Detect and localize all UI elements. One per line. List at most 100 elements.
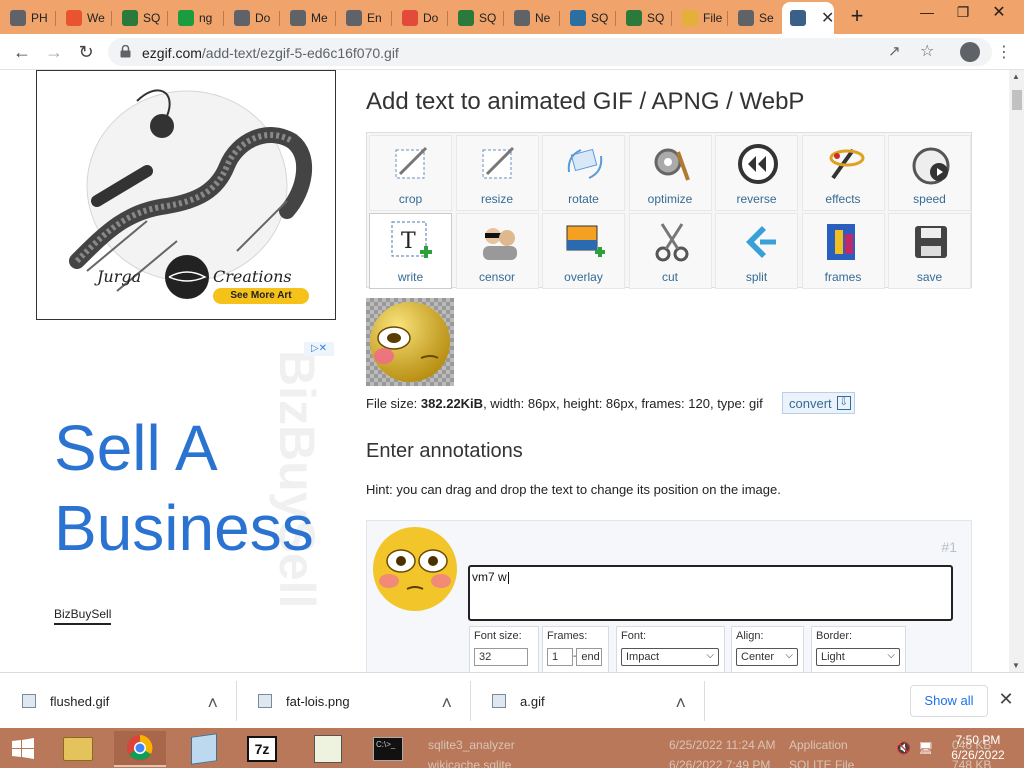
rotate-icon bbox=[563, 142, 607, 186]
align-select[interactable]: Center ⌵ bbox=[736, 648, 798, 666]
tool-effects-button[interactable]: effects bbox=[801, 135, 885, 211]
sqlite-icon bbox=[626, 10, 642, 26]
tool-split-button[interactable]: split bbox=[715, 213, 798, 289]
chrome-icon bbox=[127, 735, 153, 761]
show-all-button[interactable]: Show all bbox=[910, 685, 988, 717]
border-select-value: Light bbox=[821, 651, 845, 663]
frame-end-input[interactable]: end bbox=[576, 648, 603, 666]
taskbar-cmd[interactable]: C:\>_ bbox=[362, 731, 414, 767]
tool-censor-button[interactable]: censor bbox=[455, 213, 539, 289]
browser-tab[interactable]: Se bbox=[728, 4, 784, 32]
close-download-bar-icon[interactable]: ✕ bbox=[996, 689, 1016, 713]
minimize-button[interactable]: — bbox=[910, 0, 944, 24]
tool-optimize-button[interactable]: optimize bbox=[628, 135, 712, 211]
browser-tab[interactable]: Me bbox=[280, 4, 336, 32]
browser-tab[interactable]: SQ bbox=[616, 4, 672, 32]
menu-kebab-icon[interactable]: ⋮ bbox=[996, 42, 1012, 62]
globe-icon bbox=[514, 10, 530, 26]
scrollbar-thumb[interactable] bbox=[1012, 90, 1022, 110]
artist-name-left: Jurga bbox=[97, 267, 142, 286]
scroll-up-arrow[interactable]: ▲ bbox=[1012, 72, 1020, 81]
background-window-text: 6/25/2022 11:24 AM bbox=[669, 738, 776, 752]
adchoices-icon[interactable]: ▷✕ bbox=[304, 342, 334, 356]
download-item[interactable]: fat-lois.png ˄ bbox=[236, 673, 471, 729]
browser-tab-strip: PH We SQ ng Do Me En Do SQ Ne SQ SQ File Se ✕ + — ❐ ✕ bbox=[0, 0, 1024, 34]
browser-tab-label: Do bbox=[423, 11, 439, 25]
close-tab-icon[interactable]: ✕ bbox=[821, 8, 834, 28]
share-icon[interactable]: ↗ bbox=[888, 42, 901, 60]
browser-tab[interactable]: SQ bbox=[112, 4, 168, 32]
convert-button[interactable]: convert ⇩ bbox=[782, 392, 855, 414]
taskbar-clock[interactable]: 7:50 PM 6/26/2022 bbox=[940, 733, 1016, 763]
font-label: Font: bbox=[621, 630, 647, 642]
sqlite-icon bbox=[458, 10, 474, 26]
tool-crop-button[interactable]: crop bbox=[369, 135, 452, 211]
page-scrollbar[interactable]: ▲ ▼ bbox=[1009, 70, 1024, 672]
bizbuysell-advertisement[interactable]: BizBuySell ▷✕ Sell A Business BizBuySell bbox=[36, 340, 336, 672]
download-divider bbox=[704, 681, 705, 721]
start-button[interactable] bbox=[0, 731, 46, 767]
back-button[interactable]: ← bbox=[10, 40, 34, 64]
taskbar-file-explorer[interactable] bbox=[52, 731, 104, 767]
art-advertisement[interactable]: Jurga Creations See More Art bbox=[36, 70, 336, 320]
download-item[interactable]: a.gif ˄ bbox=[470, 673, 705, 729]
tab-ezgif-active[interactable]: ✕ bbox=[782, 2, 834, 34]
taskbar-7zip[interactable]: 7z bbox=[236, 731, 288, 767]
tool-save-button[interactable]: save bbox=[888, 213, 971, 289]
chevron-up-icon[interactable]: ˄ bbox=[441, 693, 452, 714]
tool-overlay-button[interactable]: overlay bbox=[542, 213, 625, 289]
browser-tab[interactable]: ng bbox=[168, 4, 224, 32]
browser-tab[interactable]: Do bbox=[224, 4, 280, 32]
download-bar: flushed.gif ˄ fat-lois.png ˄ a.gif ˄ Show all… bbox=[0, 672, 1024, 728]
n-icon bbox=[178, 10, 194, 26]
taskbar-chrome[interactable] bbox=[114, 731, 166, 767]
crop-icon bbox=[390, 142, 434, 186]
tool-cut-button[interactable]: cut bbox=[628, 213, 712, 289]
border-select[interactable]: Light ⌵ bbox=[816, 648, 900, 666]
browser-tab[interactable]: Do bbox=[392, 4, 448, 32]
taskbar-notepad[interactable] bbox=[178, 731, 230, 767]
address-bar[interactable]: ezgif.com/add-text/ezgif-5-ed6c16f070.gi… bbox=[108, 38, 992, 66]
browser-tab[interactable]: We bbox=[56, 4, 112, 32]
volume-muted-icon[interactable]: 🔇 bbox=[896, 741, 911, 755]
forward-button[interactable]: → bbox=[42, 40, 66, 64]
browser-tab[interactable]: Ne bbox=[504, 4, 560, 32]
chevron-up-icon[interactable]: ˄ bbox=[675, 693, 686, 714]
browser-tab-label: We bbox=[87, 11, 105, 25]
browser-tab[interactable]: File bbox=[672, 4, 728, 32]
download-item[interactable]: flushed.gif ˄ bbox=[0, 673, 237, 729]
maximize-button[interactable]: ❐ bbox=[946, 0, 980, 24]
tool-frames-button[interactable]: frames bbox=[801, 213, 885, 289]
ad-brand-link[interactable]: BizBuySell bbox=[54, 607, 112, 625]
bookmark-star-icon[interactable]: ☆ bbox=[920, 41, 934, 61]
tool-reverse-button[interactable]: reverse bbox=[715, 135, 798, 211]
network-icon[interactable]: 🖥 bbox=[918, 741, 933, 755]
background-window-text: 6/26/2022 7:49 PM bbox=[669, 758, 771, 768]
tool-resize-button[interactable]: resize bbox=[455, 135, 539, 211]
browser-tab[interactable]: En bbox=[336, 4, 392, 32]
tool-write-button[interactable]: Twrite bbox=[369, 213, 452, 289]
browser-tab[interactable]: SQ bbox=[560, 4, 616, 32]
browser-tab[interactable]: SQ bbox=[448, 4, 504, 32]
font-size-input[interactable]: 32 bbox=[474, 648, 528, 666]
scroll-down-arrow[interactable]: ▼ bbox=[1012, 661, 1020, 670]
tool-speed-button[interactable]: speed bbox=[888, 135, 971, 211]
chevron-up-icon[interactable]: ˄ bbox=[207, 693, 218, 714]
see-more-art-button[interactable]: See More Art bbox=[213, 288, 309, 304]
browser-tab-label: En bbox=[367, 11, 382, 25]
font-select[interactable]: Impact ⌵ bbox=[621, 648, 719, 666]
tool-label: optimize bbox=[647, 192, 693, 206]
browser-tab-label: SQ bbox=[479, 11, 497, 25]
frame-start-input[interactable]: 1 bbox=[547, 648, 573, 666]
browser-tab[interactable]: PH bbox=[0, 4, 56, 32]
annotation-text-input[interactable]: vm7 w bbox=[468, 565, 953, 621]
browser-tab-label: SQ bbox=[591, 11, 609, 25]
reload-button[interactable]: ↻ bbox=[74, 40, 98, 64]
browser-tab-label: ng bbox=[199, 11, 213, 25]
new-tab-button[interactable]: + bbox=[840, 3, 874, 28]
profile-avatar[interactable] bbox=[960, 42, 980, 62]
tool-rotate-button[interactable]: rotate bbox=[542, 135, 625, 211]
taskbar-graph-app[interactable] bbox=[302, 731, 354, 767]
tool-label: crop bbox=[398, 192, 423, 206]
close-window-button[interactable]: ✕ bbox=[982, 0, 1016, 24]
